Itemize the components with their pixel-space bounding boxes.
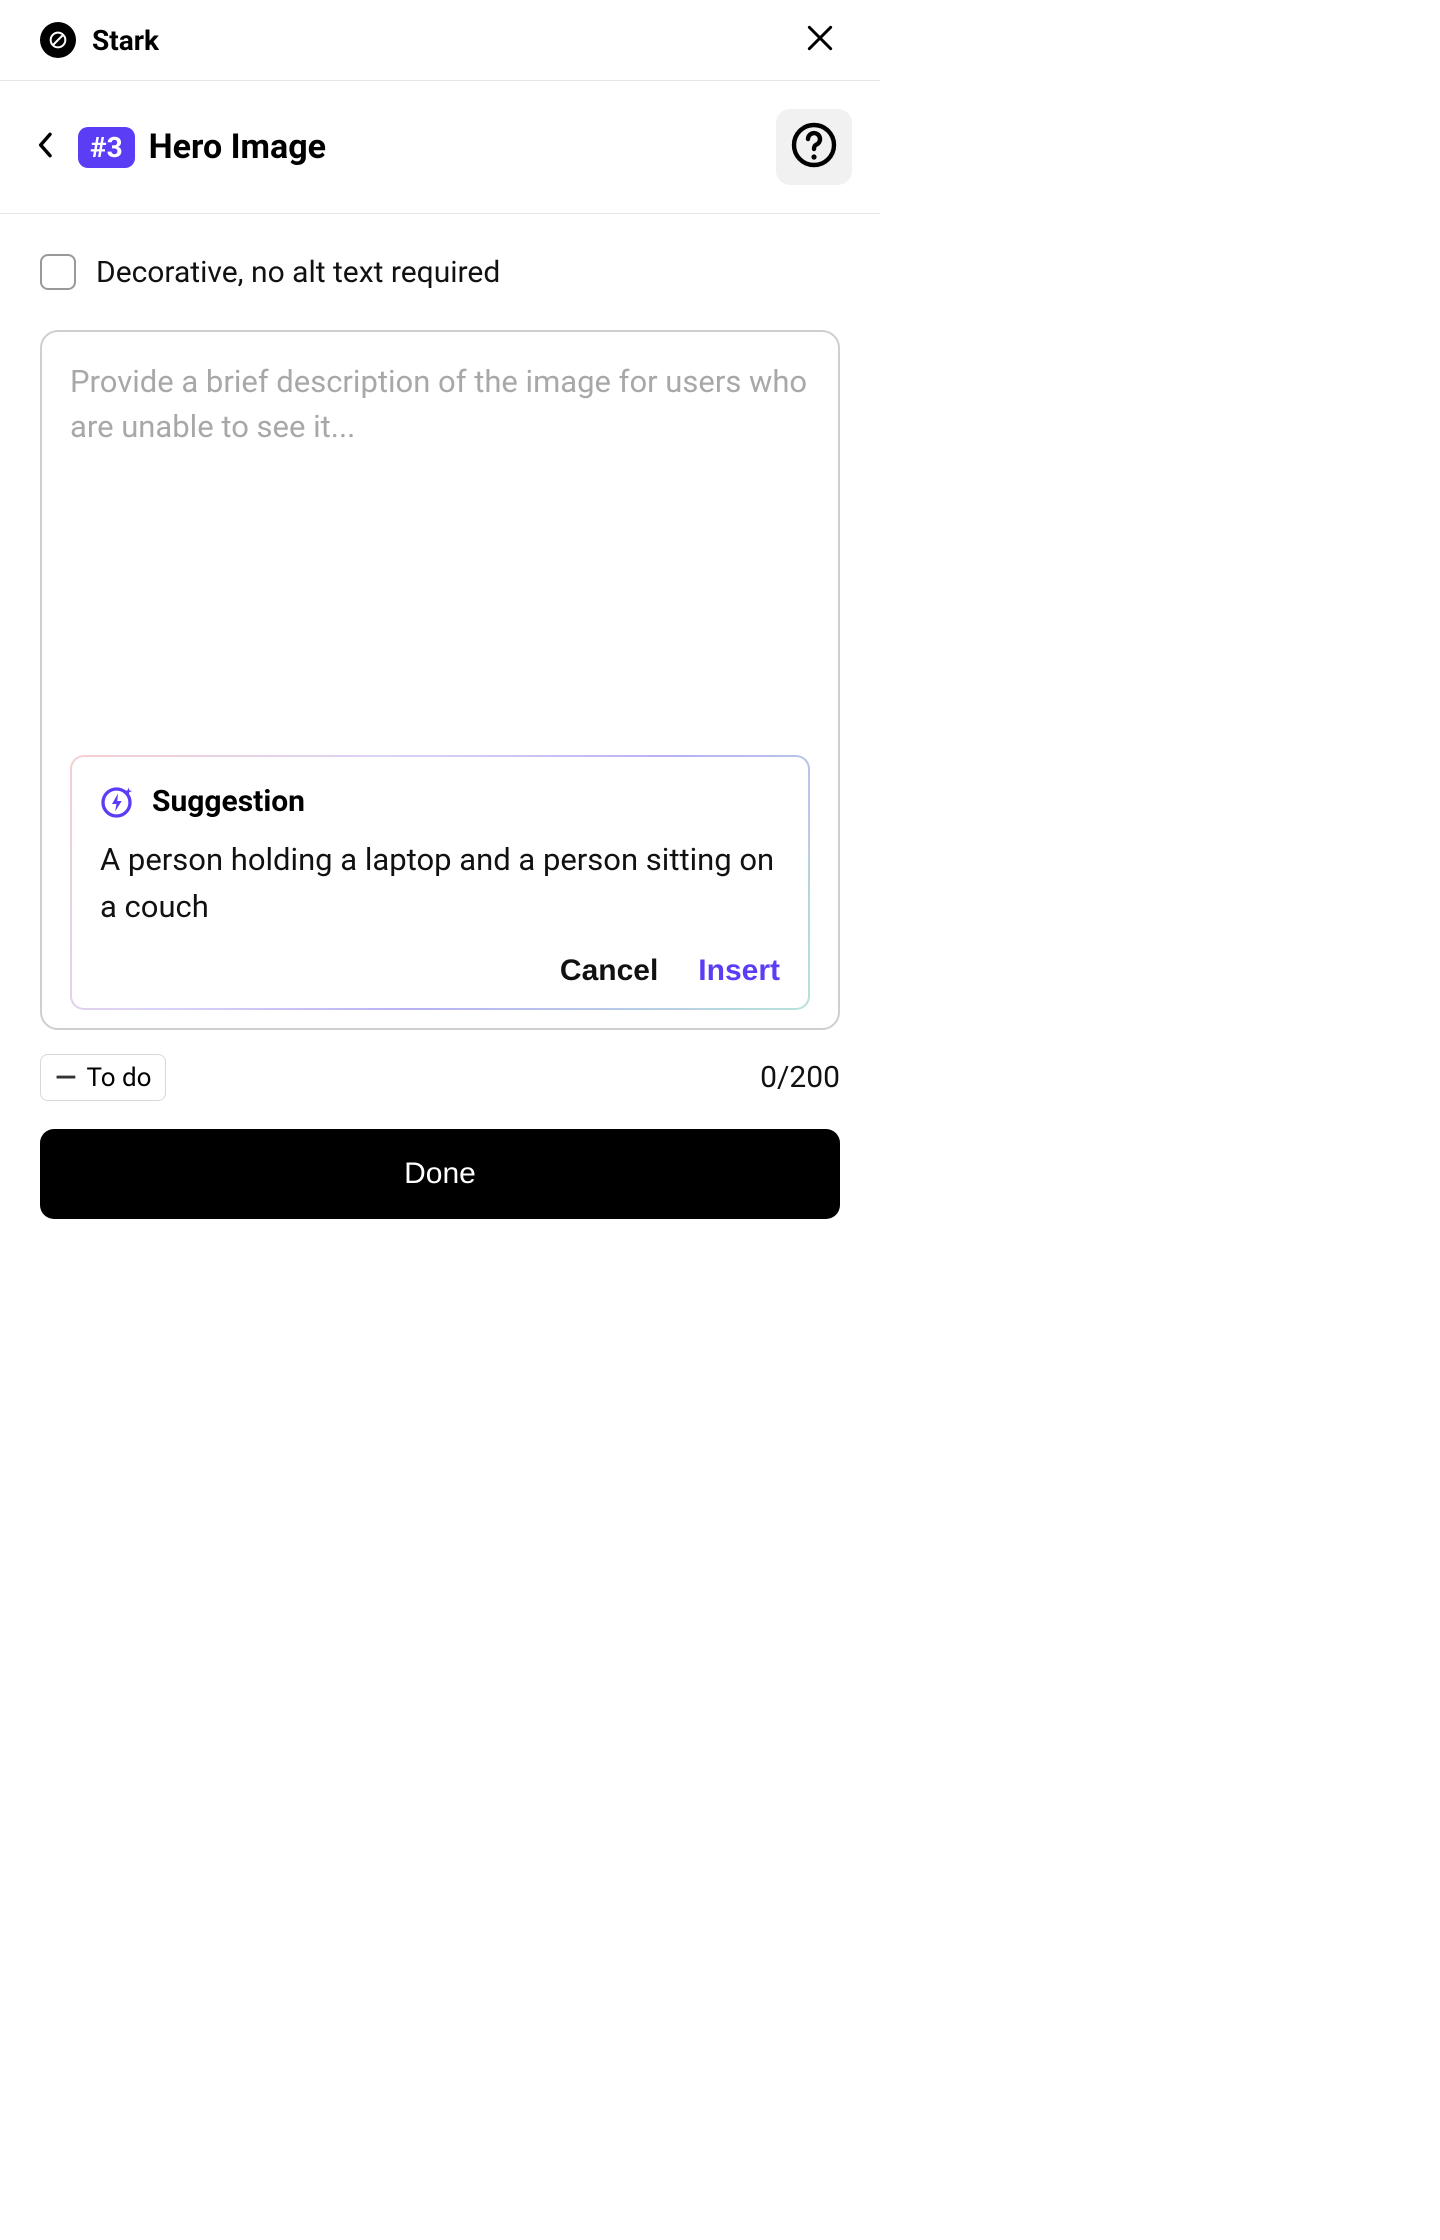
alt-text-container: Suggestion A person holding a laptop and…: [40, 330, 840, 1030]
suggestion-actions: Cancel Insert: [100, 954, 780, 988]
meta-row: — To do 0/200: [40, 1054, 840, 1101]
suggestion-card-inner: Suggestion A person holding a laptop and…: [72, 757, 808, 1008]
status-label: To do: [86, 1063, 151, 1093]
page-title: Hero Image: [149, 127, 326, 167]
back-button[interactable]: [28, 129, 64, 165]
app-header: Stark: [0, 0, 880, 81]
status-chip[interactable]: — To do: [40, 1054, 166, 1101]
brand-name: Stark: [92, 24, 159, 57]
content-area: Decorative, no alt text required Suggest…: [0, 214, 880, 1249]
dash-icon: —: [55, 1061, 76, 1094]
lightning-icon: [100, 783, 136, 819]
brand: Stark: [40, 22, 159, 58]
decorative-checkbox-row: Decorative, no alt text required: [40, 254, 840, 290]
alt-text-input[interactable]: [70, 360, 810, 739]
suggestion-text: A person holding a laptop and a person s…: [100, 837, 780, 930]
done-button[interactable]: Done: [40, 1129, 840, 1219]
suggestion-title: Suggestion: [152, 784, 305, 819]
decorative-checkbox[interactable]: [40, 254, 76, 290]
char-counter: 0/200: [760, 1060, 840, 1095]
item-number-badge: #3: [78, 127, 135, 168]
chevron-left-icon: [36, 129, 56, 165]
close-icon: [804, 22, 836, 58]
decorative-checkbox-label: Decorative, no alt text required: [96, 255, 500, 290]
title-left: #3 Hero Image: [28, 127, 326, 168]
suggestion-header: Suggestion: [100, 783, 780, 819]
cancel-button[interactable]: Cancel: [560, 954, 658, 988]
question-mark-icon: [790, 121, 838, 173]
help-button[interactable]: [776, 109, 852, 185]
suggestion-card: Suggestion A person holding a laptop and…: [70, 755, 810, 1010]
stark-logo-icon: [40, 22, 76, 58]
close-button[interactable]: [800, 20, 840, 60]
title-bar: #3 Hero Image: [0, 81, 880, 214]
insert-button[interactable]: Insert: [698, 954, 780, 988]
